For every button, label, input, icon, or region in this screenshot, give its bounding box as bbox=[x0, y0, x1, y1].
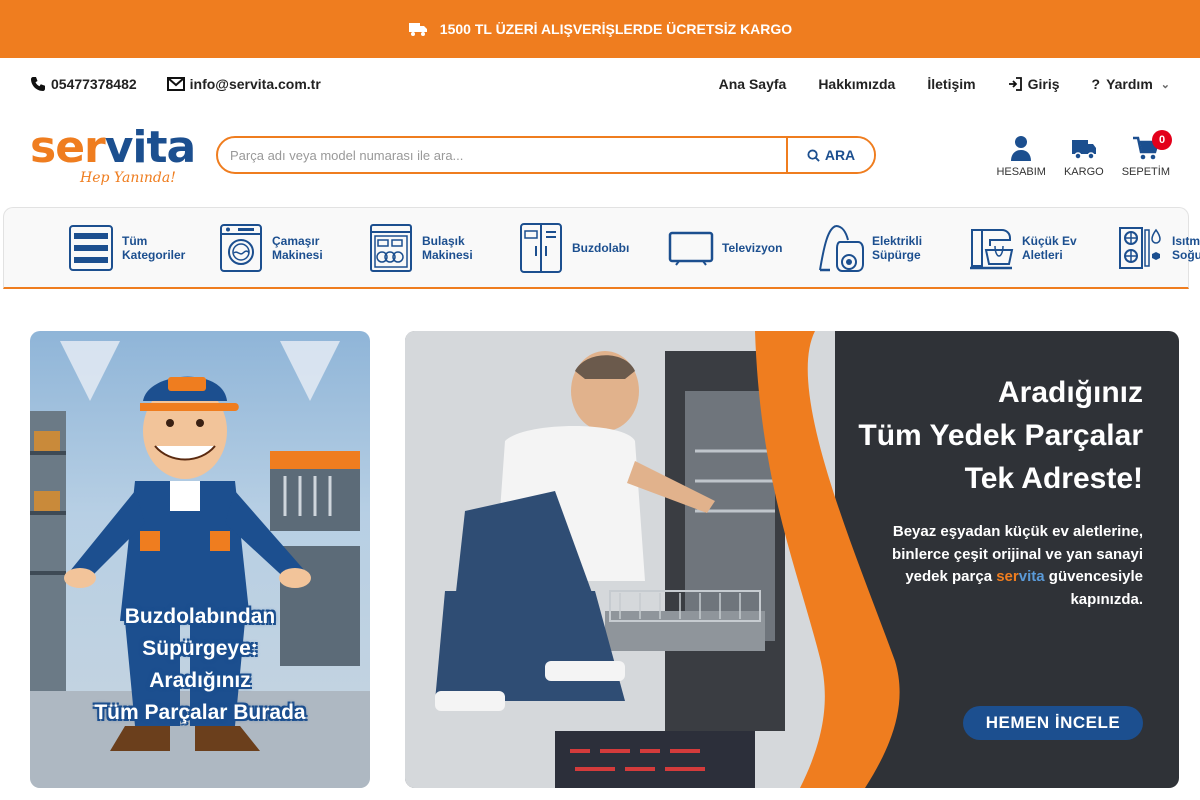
nav-about[interactable]: Hakkımızda bbox=[818, 76, 895, 92]
cart-count-badge: 0 bbox=[1152, 130, 1172, 150]
shipping-button[interactable]: KARGO bbox=[1064, 134, 1104, 178]
logo-tagline: Hep Yanında! bbox=[80, 170, 176, 186]
phone-icon bbox=[31, 77, 45, 91]
promo-banner-mascot[interactable]: Buzdolabından Süpürgeye: Aradığınız Tüm … bbox=[30, 331, 370, 788]
promo-bar: 1500 TL ÜZERİ ALIŞVERİŞLERDE ÜCRETSİZ KA… bbox=[0, 0, 1200, 58]
search-button[interactable]: ARA bbox=[786, 138, 874, 172]
washing-machine-icon bbox=[220, 223, 262, 272]
email-contact[interactable]: info@servita.com.tr bbox=[166, 76, 321, 92]
shipping-label: KARGO bbox=[1063, 166, 1104, 178]
category-vacuum[interactable]: Elektrikli Süpürge bbox=[818, 222, 940, 274]
cart-label: SEPETİM bbox=[1121, 166, 1170, 178]
nav-contact[interactable]: İletişim bbox=[927, 76, 975, 92]
menu-icon bbox=[69, 224, 113, 271]
category-small-appliances-label: Küçük Ev Aletleri bbox=[1022, 233, 1077, 262]
category-tv[interactable]: Televizyon bbox=[668, 222, 790, 274]
nav-home[interactable]: Ana Sayfa bbox=[719, 76, 787, 92]
account-label: HESABIM bbox=[996, 166, 1046, 178]
category-heating-cooling[interactable]: Isıtma & Soğutma bbox=[1118, 222, 1200, 274]
search-bar: ARA bbox=[216, 136, 876, 174]
chevron-down-icon: ⌄ bbox=[1160, 78, 1170, 91]
category-washing-machine-label: Çamaşır Makinesi bbox=[272, 233, 323, 262]
search-icon bbox=[807, 148, 820, 162]
login-icon bbox=[1008, 77, 1022, 91]
logo-vita: vita bbox=[104, 122, 196, 173]
logo-ser: ser bbox=[30, 122, 106, 173]
cart-button[interactable]: SEPETİM 0 bbox=[1121, 130, 1172, 178]
top-nav: Ana Sayfa Hakkımızda İletişim Giriş ? Ya… bbox=[719, 76, 1170, 92]
hero-brand-vita: vita bbox=[1018, 568, 1045, 585]
tv-icon bbox=[668, 231, 714, 266]
category-all[interactable]: Tüm Kategoriler bbox=[68, 222, 190, 274]
email-address: info@servita.com.tr bbox=[189, 76, 321, 92]
nav-login[interactable]: Giriş bbox=[1008, 76, 1060, 92]
category-vacuum-label: Elektrikli Süpürge bbox=[872, 233, 923, 262]
truck-icon bbox=[1071, 140, 1096, 160]
header-actions: HESABIM KARGO SEPETİM 0 bbox=[996, 130, 1172, 178]
account-button[interactable]: HESABIM bbox=[996, 134, 1046, 178]
truck-icon bbox=[408, 23, 427, 36]
hero-description-tail: güvencesiyle kapınızda. bbox=[1048, 568, 1143, 608]
category-dishwasher[interactable]: Bulaşık Makinesi bbox=[368, 222, 490, 274]
category-heating-cooling-label: Isıtma & Soğutma bbox=[1172, 233, 1200, 262]
mail-icon bbox=[166, 77, 185, 91]
explore-now-button[interactable]: HEMEN İNCELE bbox=[963, 706, 1143, 740]
promo-text: 1500 TL ÜZERİ ALIŞVERİŞLERDE ÜCRETSİZ KA… bbox=[439, 21, 793, 37]
nav-login-label: Giriş bbox=[1027, 76, 1060, 92]
vacuum-icon bbox=[819, 224, 864, 272]
category-dishwasher-label: Bulaşık Makinesi bbox=[422, 233, 473, 262]
hero-brand-ser: ser bbox=[996, 568, 1019, 585]
nav-about-label: Hakkımızda bbox=[818, 76, 896, 92]
phone-contact[interactable]: 05477378482 bbox=[30, 76, 137, 92]
phone-number: 05477378482 bbox=[51, 76, 137, 92]
nav-help-label: Yardım bbox=[1106, 76, 1153, 92]
mascot-banner-caption: Buzdolabından Süpürgeye: Aradığınız Tüm … bbox=[94, 605, 306, 724]
category-washing-machine[interactable]: Çamaşır Makinesi bbox=[218, 222, 340, 274]
hero-brand-logo: servita bbox=[996, 568, 1044, 585]
hvac-icon bbox=[1119, 226, 1161, 269]
category-all-label: Tüm Kategoriler bbox=[122, 233, 186, 262]
category-small-appliances[interactable]: Küçük Ev Aletleri bbox=[968, 222, 1090, 274]
category-tv-label: Televizyon bbox=[722, 240, 783, 255]
fridge-icon bbox=[520, 222, 562, 273]
hero-banner[interactable]: Aradığınız Tüm Yedek Parçalar Tek Adrest… bbox=[405, 331, 1179, 788]
nav-help[interactable]: ? Yardım ⌄ bbox=[1092, 76, 1170, 92]
site-header: servita Hep Yanında! ARA HESABIM KARGO S… bbox=[0, 110, 1200, 206]
mixer-icon bbox=[970, 228, 1014, 269]
hero-title: Aradığınız Tüm Yedek Parçalar Tek Adrest… bbox=[858, 376, 1143, 495]
category-fridge[interactable]: Buzdolabı bbox=[518, 222, 640, 274]
site-logo[interactable]: servita Hep Yanında! bbox=[30, 126, 196, 190]
nav-contact-label: İletişim bbox=[927, 76, 976, 92]
user-icon bbox=[1011, 136, 1032, 161]
category-bar: Tüm Kategoriler Çamaşır Makinesi Bulaşık… bbox=[3, 207, 1200, 289]
dishwasher-icon bbox=[370, 223, 412, 272]
hero-description: Beyaz eşyadan küçük ev aletlerine, binle… bbox=[883, 521, 1143, 611]
nav-home-label: Ana Sayfa bbox=[718, 76, 787, 92]
category-fridge-label: Buzdolabı bbox=[572, 240, 630, 255]
search-input[interactable] bbox=[218, 138, 786, 172]
search-button-label: ARA bbox=[824, 147, 856, 163]
question-icon: ? bbox=[1091, 76, 1101, 92]
top-bar: 05477378482 info@servita.com.tr Ana Sayf… bbox=[0, 58, 1200, 110]
